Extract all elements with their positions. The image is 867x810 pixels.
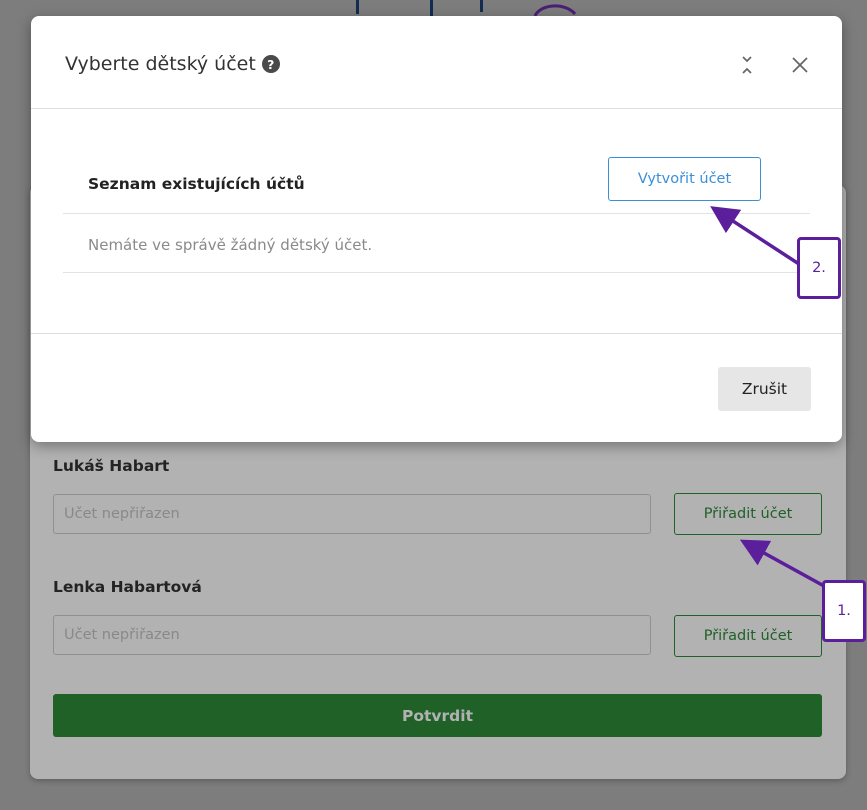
annotation-arrow-2 [710, 206, 800, 266]
annotation-label-1: 1. [822, 580, 866, 642]
annotation-arrows [710, 206, 825, 588]
annotation-arrow-1 [739, 539, 825, 588]
annotation-label-2: 2. [797, 237, 841, 299]
